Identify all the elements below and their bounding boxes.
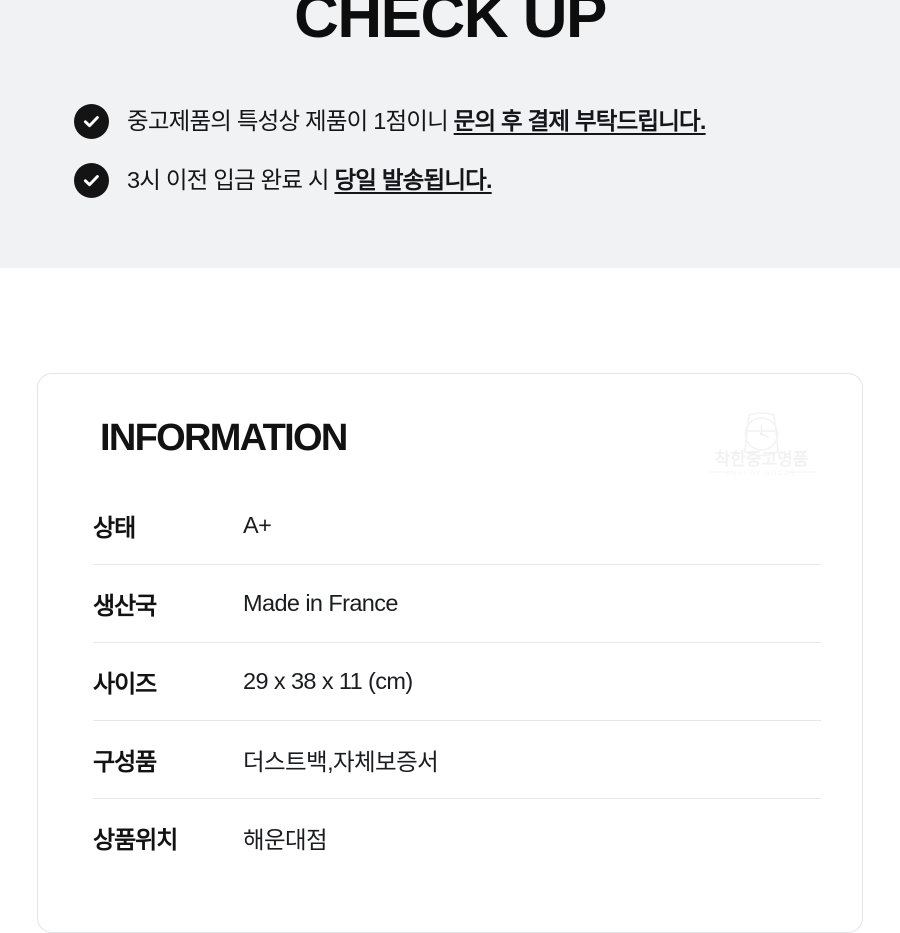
- row-label: 상품위치: [93, 827, 178, 854]
- row-value: Made in France: [243, 590, 398, 616]
- checkup-item-lead: 중고제품의 특성상 제품이 1점이니: [127, 107, 454, 134]
- table-row: 구성품 더스트백,자체보증서: [93, 720, 821, 798]
- list-item: 중고제품의 특성상 제품이 1점이니 문의 후 결제 부탁드립니다.: [74, 104, 874, 139]
- check-circle-icon: [74, 104, 109, 139]
- checkup-section: CHECK UP 중고제품의 특성상 제품이 1점이니 문의 후 결제 부탁드립…: [0, 0, 900, 268]
- watch-logo-icon: 착한중고명품 LUXURY GOODS: [699, 407, 824, 479]
- watermark-tagline-text: LUXURY GOODS: [727, 470, 796, 477]
- table-row: 사이즈 29 x 38 x 11 (cm): [93, 642, 821, 720]
- checkup-item-lead: 3시 이전 입금 완료 시: [127, 166, 335, 193]
- checkup-list: 중고제품의 특성상 제품이 1점이니 문의 후 결제 부탁드립니다. 3시 이전…: [74, 104, 874, 222]
- information-heading: INFORMATION: [100, 417, 348, 459]
- row-label: 상태: [93, 514, 136, 542]
- row-value: 29 x 38 x 11 (cm): [243, 668, 413, 694]
- checkup-item-text: 3시 이전 입금 완료 시 당일 발송됩니다.: [127, 166, 492, 195]
- table-row: 상품위치 해운대점: [93, 798, 821, 876]
- row-value: 해운대점: [243, 826, 328, 853]
- table-row: 상태 A+: [93, 486, 821, 564]
- row-label: 생산국: [93, 593, 157, 620]
- check-circle-icon: [74, 163, 109, 198]
- information-table: 상태 A+ 생산국 Made in France 사이즈 29 x 38 x 1…: [93, 486, 821, 876]
- information-card: INFORMATION 착한중고명품 LUXURY GOODS 상태 A+ 생산…: [37, 373, 863, 933]
- checkup-item-emphasis: 문의 후 결제 부탁드립니다.: [453, 107, 707, 134]
- row-label: 구성품: [93, 749, 157, 776]
- row-value: A+: [243, 511, 272, 538]
- checkup-item-emphasis: 당일 발송됩니다.: [334, 166, 492, 193]
- list-item: 3시 이전 입금 완료 시 당일 발송됩니다.: [74, 163, 874, 198]
- page-title: CHECK UP: [294, 0, 607, 51]
- row-label: 사이즈: [93, 671, 157, 698]
- checkup-item-text: 중고제품의 특성상 제품이 1점이니 문의 후 결제 부탁드립니다.: [127, 107, 706, 136]
- watermark-brand-text: 착한중고명품: [715, 450, 809, 469]
- table-row: 생산국 Made in France: [93, 564, 821, 642]
- row-value: 더스트백,자체보증서: [243, 748, 439, 775]
